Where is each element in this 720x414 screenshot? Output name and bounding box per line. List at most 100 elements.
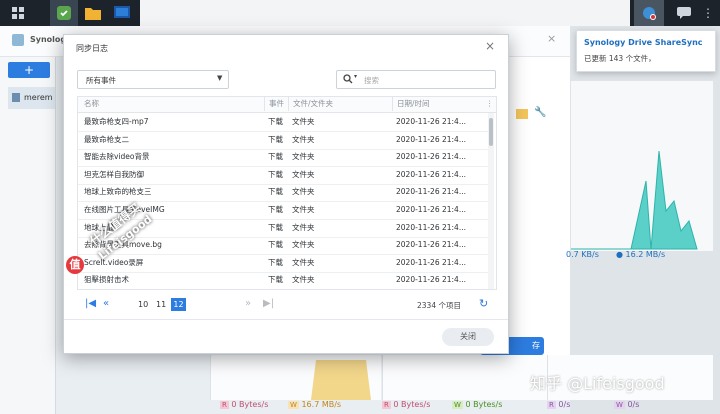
first-page-icon[interactable]: |◀ [85, 298, 96, 309]
main-menu-button[interactable] [4, 0, 32, 26]
table-row[interactable]: 最致命枪支二 下载 文件夹 2020-11-26 21:4... [78, 131, 492, 150]
search-placeholder: 搜索 [364, 76, 379, 85]
search-icon [343, 74, 353, 84]
stat-badge: W [614, 401, 625, 409]
table-row[interactable]: 坦克怎样自我防御 下载 文件夹 2020-11-26 21:4... [78, 166, 492, 185]
column-header-name[interactable]: 名称 [84, 97, 99, 111]
row-name: 智能去除video背景 [84, 152, 150, 162]
previous-pages-icon[interactable]: « [103, 298, 109, 309]
table-scrollbar[interactable] [488, 113, 494, 289]
event-filter-value: 所有事件 [86, 76, 116, 85]
background-sidebar: + merem [0, 57, 56, 414]
scrollbar-thumb[interactable] [489, 118, 493, 146]
dialog-close-icon[interactable]: × [485, 39, 495, 53]
total-items: 2334 个项目 [417, 301, 461, 310]
row-event: 下载 [268, 222, 283, 232]
background-close-icon[interactable]: × [547, 32, 556, 45]
add-task-button[interactable]: + [8, 62, 50, 78]
stat-r2: R 0 Bytes/s [382, 400, 430, 409]
refresh-icon[interactable]: ↻ [479, 297, 488, 310]
row-type: 文件夹 [292, 152, 315, 162]
stat-value: 0/s [627, 400, 640, 409]
row-time: 2020-11-26 21:4... [396, 134, 466, 144]
row-name: 狙擊损射击术 [84, 275, 129, 285]
row-event: 下载 [268, 169, 283, 179]
stat-w1: W 16.7 MB/s [288, 400, 341, 409]
row-event: 下载 [268, 275, 283, 285]
row-time: 2020-11-26 21:4... [396, 152, 466, 162]
disk-chart-2 [382, 355, 548, 400]
table-row[interactable]: 地球上致命的枪支三 下载 文件夹 2020-11-26 21:4... [78, 183, 492, 203]
stat-value: 0 Bytes/s [465, 400, 503, 409]
pagination-bar: |◀ « 10 11 12 » ▶| 2334 个项目 ↻ [77, 295, 495, 315]
taskbar-spacer [140, 0, 630, 26]
page-current[interactable]: 12 [171, 298, 186, 311]
download-speed: 0.7 KB/s [566, 250, 599, 259]
row-time: 2020-11-26 21:4... [396, 205, 466, 214]
file-station-button[interactable] [79, 0, 107, 26]
grid-icon [12, 7, 24, 19]
notification-body: 已更新 143 个文件， [584, 54, 656, 63]
wrench-icon[interactable]: 🔧 [534, 107, 546, 118]
next-pages-icon[interactable]: » [245, 298, 251, 309]
row-name: 最致命枪支四-mp7 [84, 117, 149, 126]
sharesync-taskbar-button[interactable] [50, 0, 78, 26]
sync-log-table: 名称 事件 文件/文件夹 日期/时间 ⋮ 最致命枪支四-mp7 下载 文件夹 2020… [77, 96, 497, 290]
stat-value: 16.7 MB/s [301, 400, 342, 409]
page-11[interactable]: 11 [156, 300, 166, 309]
row-event: 下载 [268, 117, 283, 126]
row-time: 2020-11-26 21:4... [396, 187, 466, 197]
row-time: 2020-11-26 21:4... [396, 275, 466, 285]
table-row[interactable]: 去除背景工具move.bg 下载 文件夹 2020-11-26 21:4... [78, 236, 492, 256]
row-event: 下载 [268, 187, 283, 197]
table-row[interactable]: Screlt.video录屏 下载 文件夹 2020-11-26 21:4... [78, 254, 492, 273]
row-time: 2020-11-26 21:4... [396, 222, 466, 232]
row-time: 2020-11-26 21:4... [396, 169, 466, 179]
column-menu-icon[interactable]: ⋮ [486, 97, 494, 111]
last-page-icon[interactable]: ▶| [263, 298, 274, 309]
notification-tray-button[interactable] [634, 0, 664, 26]
stat-badge: W [452, 401, 463, 409]
row-type: 文件夹 [292, 240, 315, 250]
row-type: 文件夹 [292, 134, 315, 144]
upload-speed: 16.2 MB/s [625, 250, 666, 259]
notification-popup[interactable]: Synology Drive ShareSync 已更新 143 个文件， [576, 30, 716, 72]
options-button[interactable]: ⋮ [694, 0, 720, 26]
stat-r3: R 0/s [547, 400, 570, 409]
event-filter-select[interactable]: 所有事件 ▼ [77, 70, 229, 89]
table-row[interactable]: 狙擊损射击术 下载 文件夹 2020-11-26 21:4... [78, 271, 492, 289]
stat-badge: R [220, 401, 229, 409]
table-row[interactable]: 智能去除video背景 下载 文件夹 2020-11-26 21:4... [78, 148, 492, 168]
dialog-title: 同步日志 [76, 44, 108, 53]
disk-chart-1 [210, 355, 381, 400]
close-button[interactable]: 关闭 [442, 328, 494, 346]
stat-value: 0 Bytes/s [231, 400, 269, 409]
resource-monitor-button[interactable] [108, 0, 136, 26]
row-time: 2020-11-26 21:4... [396, 257, 466, 267]
search-input[interactable]: ▾ 搜索 [336, 70, 496, 89]
stat-badge: R [382, 401, 391, 409]
stat-badge: W [288, 401, 299, 409]
background-panel-right: 🔧 [508, 57, 570, 357]
chevron-down-icon: ▼ [217, 74, 223, 82]
column-header-time[interactable]: 日期/时间 [392, 97, 430, 111]
monitor-icon [114, 6, 130, 18]
network-chart-panel [570, 80, 714, 252]
sidebar-item-label: merem [24, 93, 53, 102]
column-header-type[interactable]: 文件/文件夹 [288, 97, 333, 111]
disk-chart-1-graph [311, 360, 371, 400]
row-name: 最致命枪支二 [84, 134, 129, 144]
row-type: 文件夹 [292, 117, 315, 126]
page-10[interactable]: 10 [138, 300, 148, 309]
stat-w3: W 0/s [614, 400, 639, 409]
row-type: 文件夹 [292, 169, 315, 179]
stat-r1: R 0 Bytes/s [220, 400, 268, 409]
table-row[interactable]: 最致命枪支四-mp7 下载 文件夹 2020-11-26 21:4... [78, 113, 492, 132]
network-chart [571, 150, 698, 250]
row-type: 文件夹 [292, 222, 315, 232]
stat-value: 0 Bytes/s [393, 400, 431, 409]
sidebar-item-task[interactable]: merem [8, 87, 55, 109]
folder-icon [516, 109, 528, 119]
column-header-event[interactable]: 事件 [264, 97, 284, 111]
stat-w2: W 0 Bytes/s [452, 400, 502, 409]
